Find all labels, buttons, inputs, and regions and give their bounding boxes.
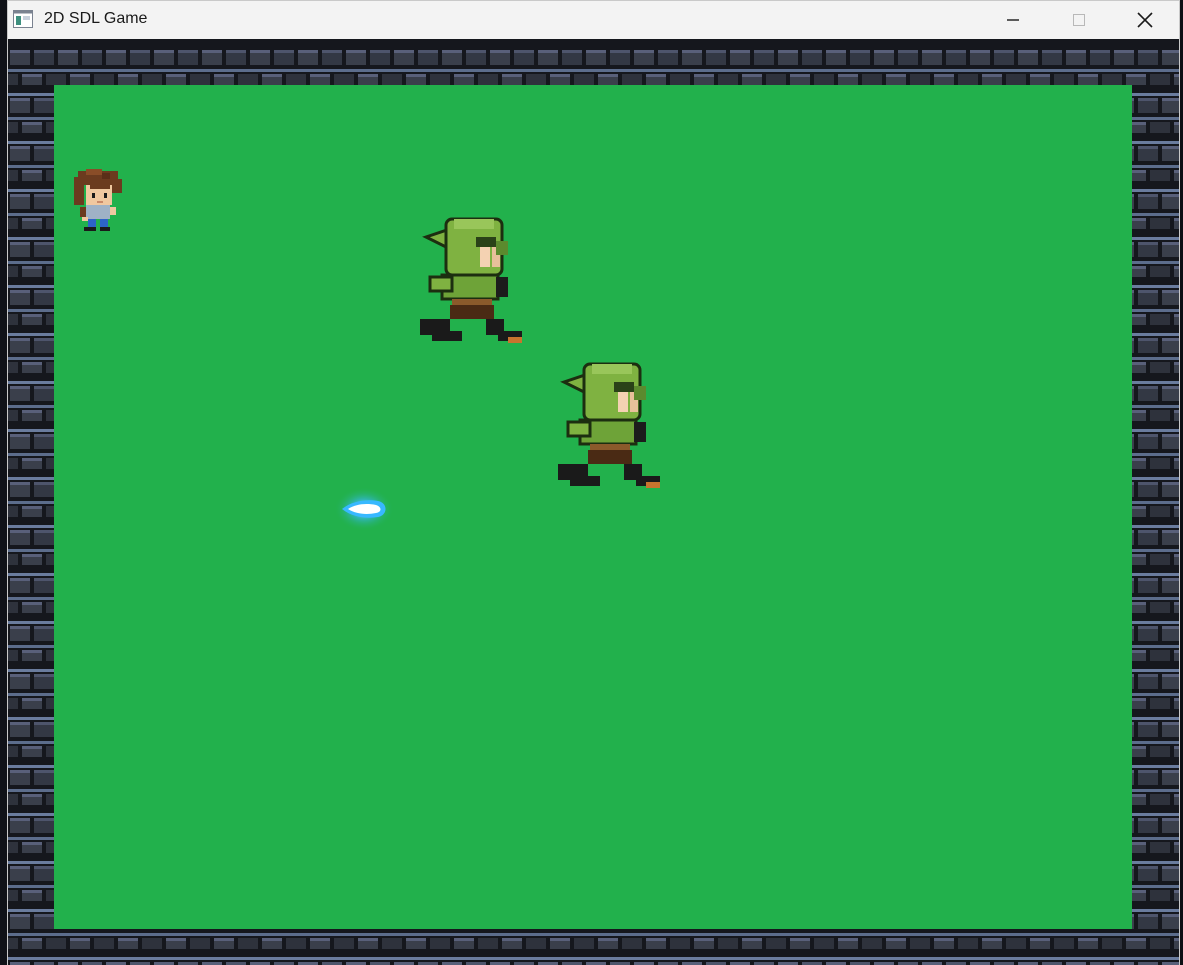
minimize-button[interactable] bbox=[980, 1, 1046, 39]
minimize-icon bbox=[1007, 19, 1019, 21]
energy-bolt-projectile bbox=[334, 487, 394, 531]
window-title: 2D SDL Game bbox=[44, 10, 148, 27]
game-viewport[interactable] bbox=[8, 39, 1180, 965]
title-bar[interactable]: 2D SDL Game bbox=[8, 1, 1179, 39]
close-button[interactable] bbox=[1112, 1, 1178, 39]
game-canvas[interactable] bbox=[8, 39, 1180, 965]
grass-field bbox=[54, 85, 1132, 929]
close-icon bbox=[1137, 12, 1153, 28]
window-app-icon bbox=[13, 10, 33, 28]
maximize-icon bbox=[1073, 14, 1085, 26]
maximize-button[interactable] bbox=[1046, 1, 1112, 39]
game-window[interactable]: 2D SDL Game bbox=[7, 0, 1180, 965]
wall-top-edge bbox=[8, 39, 1179, 49]
